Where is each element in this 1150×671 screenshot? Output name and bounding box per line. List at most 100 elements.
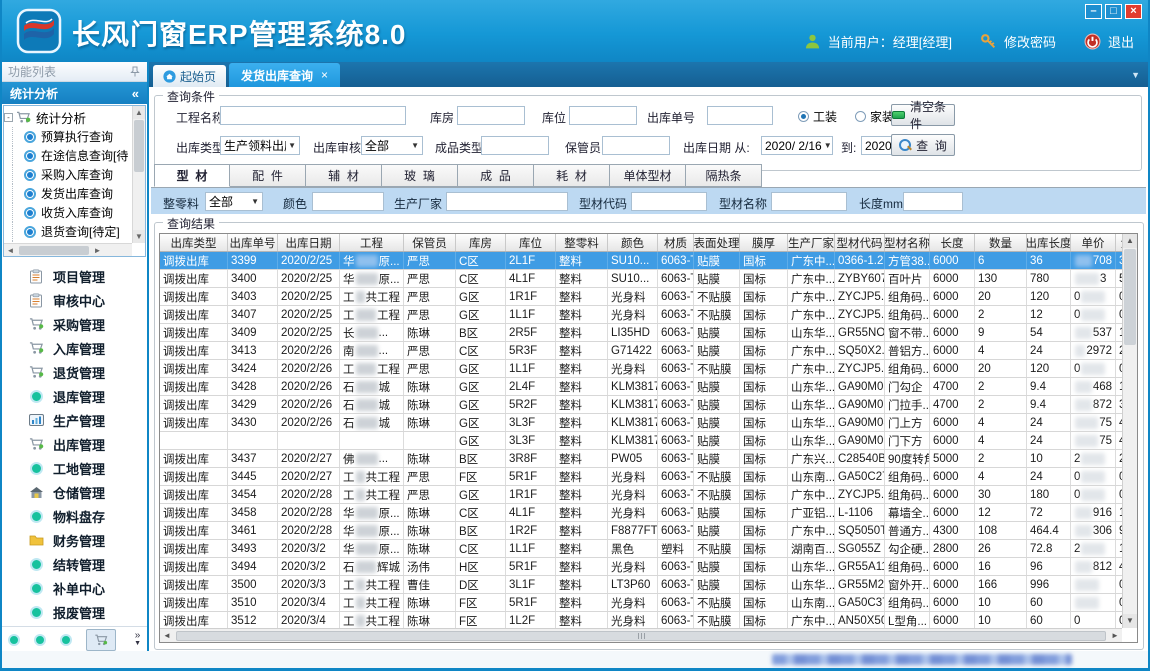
sidebar-item-生产管理[interactable]: 生产管理 bbox=[2, 408, 147, 432]
tab-close-icon[interactable]: × bbox=[321, 68, 328, 82]
scroll-thumb[interactable] bbox=[176, 631, 1106, 641]
module-dot-icon[interactable] bbox=[60, 634, 72, 646]
table-row[interactable]: 调拨出库34032020/2/25工共工程严思G区1R1F整料光身料6063-T… bbox=[160, 288, 1122, 306]
sidebar-item-采购管理[interactable]: 采购管理 bbox=[2, 312, 147, 336]
scroll-up-icon[interactable]: ▲ bbox=[133, 106, 145, 119]
cart-toolbar-button[interactable] bbox=[86, 629, 116, 651]
material-tab-成品[interactable]: 成 品 bbox=[458, 164, 534, 187]
column-header-数量[interactable]: 数量 bbox=[975, 234, 1027, 251]
column-header-库位[interactable]: 库位 bbox=[506, 234, 556, 251]
column-header-工程[interactable]: 工程 bbox=[340, 234, 404, 251]
tree-expander-icon[interactable]: - bbox=[4, 113, 13, 122]
change-password-link[interactable]: 修改密码 bbox=[1004, 32, 1056, 51]
sidebar-item-仓储管理[interactable]: 仓储管理 bbox=[2, 480, 147, 504]
tree-item-node[interactable]: 预算执行查询 bbox=[4, 127, 132, 146]
scroll-down-icon[interactable]: ▼ bbox=[133, 230, 145, 243]
keeper-input[interactable] bbox=[602, 136, 670, 155]
tab-home[interactable]: 起始页 bbox=[153, 65, 226, 87]
module-dot-icon[interactable] bbox=[8, 634, 20, 646]
scroll-thumb[interactable] bbox=[19, 246, 89, 255]
scroll-up-icon[interactable]: ▲ bbox=[1123, 234, 1137, 248]
table-row[interactable]: 调拨出库35102020/3/4工共工程陈琳F区5R1F整料光身料6063-T5… bbox=[160, 594, 1122, 612]
table-row[interactable]: 调拨出库34932020/3/2华原...陈琳C区1L1F整料黑色塑料不贴膜国标… bbox=[160, 540, 1122, 558]
radio-jiazhuang[interactable]: 家装 bbox=[855, 108, 894, 125]
pin-icon[interactable] bbox=[129, 66, 141, 78]
sidebar-item-出库管理[interactable]: 出库管理 bbox=[2, 432, 147, 456]
tree-item-active[interactable]: 发货出库查询 bbox=[4, 184, 132, 203]
length-input[interactable] bbox=[903, 192, 963, 211]
maker-input[interactable] bbox=[446, 192, 568, 211]
sidebar-item-退库管理[interactable]: 退库管理 bbox=[2, 384, 147, 408]
scroll-right-icon[interactable]: ► bbox=[1108, 631, 1122, 640]
profile-name-input[interactable] bbox=[771, 192, 847, 211]
sidebar-item-项目管理[interactable]: 项目管理 bbox=[2, 264, 147, 288]
table-row[interactable]: 调拨出库34002020/2/25华原...严思C区4L1F整料SU10...6… bbox=[160, 270, 1122, 288]
tree-item-node[interactable]: 退货查询[待定] bbox=[4, 222, 132, 241]
tree-item-node[interactable]: 在途信息查询[待 bbox=[4, 146, 132, 165]
scroll-left-icon[interactable]: ◄ bbox=[4, 246, 17, 255]
logout-link[interactable]: 退出 bbox=[1108, 32, 1134, 51]
sidebar-item-工地管理[interactable]: 工地管理 bbox=[2, 456, 147, 480]
search-button[interactable]: 查 询 bbox=[891, 134, 955, 156]
table-row[interactable]: 调拨出库34242020/2/26工工程严思G区1L1F整料光身料6063-T5… bbox=[160, 360, 1122, 378]
material-tab-辅材[interactable]: 辅 材 bbox=[306, 164, 382, 187]
table-row[interactable]: 调拨出库34072020/2/25工工程严思G区1L1F整料光身料6063-T5… bbox=[160, 306, 1122, 324]
column-header-型材名称[interactable]: 型材名称 bbox=[885, 234, 930, 251]
scroll-right-icon[interactable]: ► bbox=[91, 246, 104, 255]
table-row[interactable]: G区3L3F整料KLM38176063-T5贴膜国标山东华...GA90M09.… bbox=[160, 432, 1122, 450]
sidebar-section-header[interactable]: 统计分析 « bbox=[2, 82, 147, 104]
project-name-input[interactable] bbox=[220, 106, 406, 125]
color-input[interactable] bbox=[312, 192, 384, 211]
scroll-thumb[interactable] bbox=[134, 120, 144, 172]
table-row[interactable]: 调拨出库34942020/3/2石辉城汤伟H区5R1F整料光身料6063-T5贴… bbox=[160, 558, 1122, 576]
table-row[interactable]: 调拨出库34302020/2/26石城陈琳G区3L3F整料KLM38176063… bbox=[160, 414, 1122, 432]
column-header-颜色[interactable]: 颜色 bbox=[608, 234, 658, 251]
column-header-保管员[interactable]: 保管员 bbox=[404, 234, 456, 251]
minimize-button[interactable]: – bbox=[1085, 4, 1102, 19]
sidebar-item-财务管理[interactable]: 财务管理 bbox=[2, 528, 147, 552]
table-row[interactable]: 调拨出库35002020/3/3工共工程曹佳D区3L1F整料LT3P606063… bbox=[160, 576, 1122, 594]
audit-combo[interactable]: 全部▼ bbox=[361, 136, 423, 155]
tree-root[interactable]: -统计分析 bbox=[4, 108, 132, 127]
column-header-型材代码[interactable]: 型材代码 bbox=[835, 234, 885, 251]
table-row[interactable]: 调拨出库35122020/3/4工共工程陈琳F区1L2F整料光身料6063-T5… bbox=[160, 612, 1122, 628]
table-row[interactable]: 调拨出库33992020/2/25华原...严思C区2L1F整料SU10...6… bbox=[160, 252, 1122, 270]
overflow-menu-button[interactable]: » ▼ bbox=[134, 632, 141, 648]
table-row[interactable]: 调拨出库34132020/2/26南...严思C区5R3F整料G71422606… bbox=[160, 342, 1122, 360]
tab-shipment-outbound-query[interactable]: 发货出库查询 × bbox=[229, 63, 340, 87]
module-dot-icon[interactable] bbox=[34, 634, 46, 646]
collapse-icon[interactable]: « bbox=[132, 86, 139, 101]
column-header-单价[interactable]: 单价 bbox=[1071, 234, 1116, 251]
table-row[interactable]: 调拨出库34452020/2/27工共工程严思F区5R1F整料光身料6063-T… bbox=[160, 468, 1122, 486]
table-row[interactable]: 调拨出库34092020/2/25长...陈琳B区2R5F整料LI35HD606… bbox=[160, 324, 1122, 342]
maximize-button[interactable]: □ bbox=[1105, 4, 1122, 19]
table-row[interactable]: 调拨出库34282020/2/26石城陈琳G区2L4F整料KLM38176063… bbox=[160, 378, 1122, 396]
column-header-出库类型[interactable]: 出库类型 bbox=[160, 234, 228, 251]
table-row[interactable]: 调拨出库34542020/2/28工共工程严思G区1R1F整料光身料6063-T… bbox=[160, 486, 1122, 504]
column-header-出库日期[interactable]: 出库日期 bbox=[278, 234, 340, 251]
column-header-材质[interactable]: 材质 bbox=[658, 234, 694, 251]
tree-horizontal-scrollbar[interactable]: ◄ ► bbox=[4, 243, 132, 256]
scroll-thumb[interactable] bbox=[1124, 249, 1136, 345]
sidebar-item-审核中心[interactable]: 审核中心 bbox=[2, 288, 147, 312]
column-header-库房[interactable]: 库房 bbox=[456, 234, 506, 251]
scroll-left-icon[interactable]: ◄ bbox=[160, 631, 174, 640]
sidebar-item-报废管理[interactable]: 报废管理 bbox=[2, 600, 147, 624]
sidebar-item-入库管理[interactable]: 入库管理 bbox=[2, 336, 147, 360]
material-tab-耗材[interactable]: 耗 材 bbox=[534, 164, 610, 187]
scroll-down-icon[interactable]: ▼ bbox=[1123, 614, 1137, 628]
table-row[interactable]: 调拨出库34582020/2/28华原...陈琳C区4L1F整料光身料6063-… bbox=[160, 504, 1122, 522]
column-header-出库长度[interactable]: 出库长度 bbox=[1027, 234, 1071, 251]
order-no-input[interactable] bbox=[707, 106, 773, 125]
column-header-出库单号[interactable]: 出库单号 bbox=[228, 234, 278, 251]
tree-item-node[interactable]: 收货入库查询 bbox=[4, 203, 132, 222]
table-row[interactable]: 调拨出库34292020/2/26石城陈琳G区5R2F整料KLM38176063… bbox=[160, 396, 1122, 414]
radio-gongzhuang[interactable]: 工装 bbox=[798, 108, 837, 125]
sidebar-item-结转管理[interactable]: 结转管理 bbox=[2, 552, 147, 576]
tree-item-node[interactable]: 采购入库查询 bbox=[4, 165, 132, 184]
product-type-input[interactable] bbox=[481, 136, 549, 155]
profile-code-input[interactable] bbox=[631, 192, 707, 211]
sidebar-item-补单中心[interactable]: 补单中心 bbox=[2, 576, 147, 600]
date-from-picker[interactable]: 2020/ 2/16▼ bbox=[761, 136, 833, 155]
column-header-整零料[interactable]: 整零料 bbox=[556, 234, 608, 251]
